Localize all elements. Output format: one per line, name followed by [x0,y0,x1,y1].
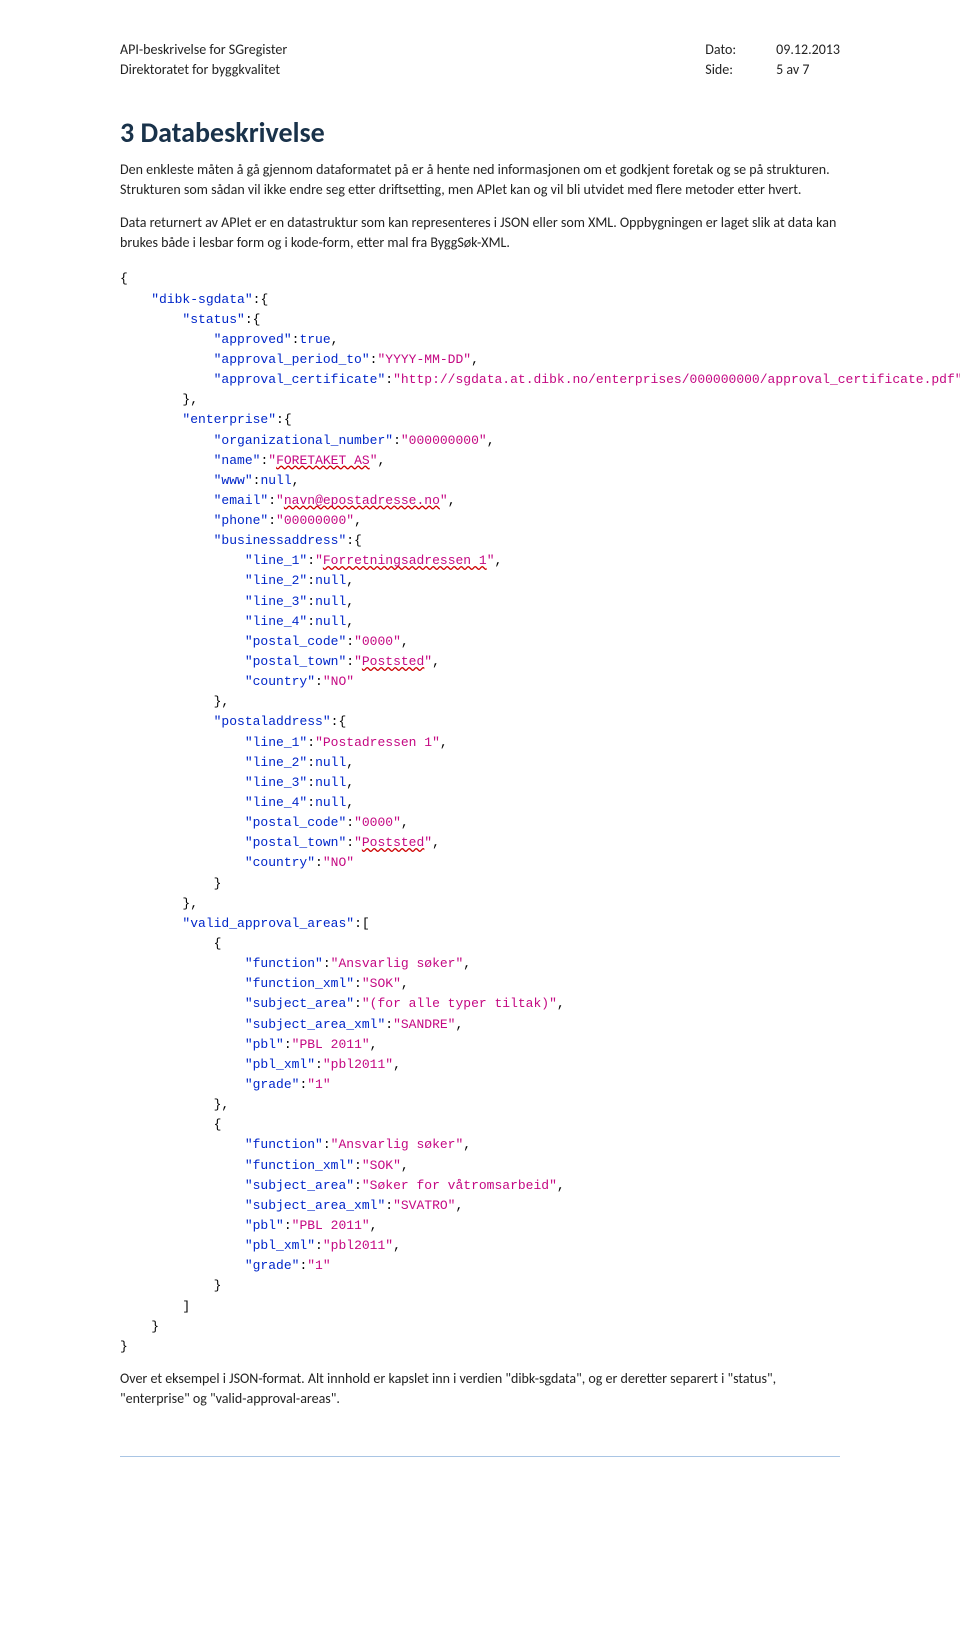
footer-divider [120,1456,840,1457]
page-header: API-beskrivelse for SGregister Direktora… [120,40,840,79]
paragraph-1: Den enkleste måten å gå gjennom dataform… [120,160,840,201]
header-title: API-beskrivelse for SGregister [120,40,287,60]
paragraph-2: Data returnert av APIet er en datastrukt… [120,213,840,254]
page: API-beskrivelse for SGregister Direktora… [0,0,960,1525]
section-heading: 3 Databeskrivelse [120,115,840,150]
header-left: API-beskrivelse for SGregister Direktora… [120,40,287,79]
header-subtitle: Direktoratet for byggkvalitet [120,60,287,80]
json-example: { "dibk-sgdata":{ "status":{ "approved":… [120,269,840,1357]
header-right: Dato: 09.12.2013 Side: 5 av 7 [705,40,840,79]
dato-label: Dato: [705,40,736,60]
side-label: Side: [705,60,736,80]
paragraph-3: Over et eksempel i JSON-format. Alt innh… [120,1369,840,1410]
dato-value: 09.12.2013 [776,40,840,60]
side-value: 5 av 7 [776,60,840,80]
